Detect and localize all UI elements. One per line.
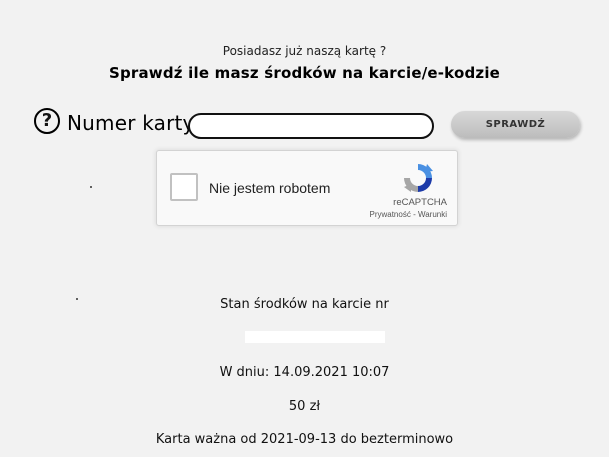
page-heading: Sprawdź ile masz środków na karcie/e-kod… [108, 64, 501, 82]
card-validity: Karta ważna od 2021-09-13 do bezterminow… [155, 432, 454, 447]
terms-link[interactable]: Warunki [418, 210, 447, 219]
balance-amount: 50 zł [288, 399, 321, 414]
recaptcha-logo-icon [404, 164, 433, 192]
check-button[interactable]: SPRAWDŹ [451, 111, 580, 138]
recaptcha-widget: Nie jestem robotem reCAPTCHA Prywatność … [156, 150, 458, 226]
intro-text: Posiadasz już naszą kartę ? [222, 44, 387, 58]
card-number-input[interactable] [188, 113, 434, 139]
link-separator: - [410, 210, 418, 219]
card-number-redacted [245, 331, 385, 343]
help-icon[interactable]: ? [34, 108, 60, 134]
balance-label: Stan środków na karcie nr [220, 297, 389, 312]
card-number-label: Numer karty [67, 111, 195, 135]
recaptcha-label: Nie jestem robotem [209, 180, 331, 196]
recaptcha-brand: reCAPTCHA [393, 197, 447, 208]
recaptcha-checkbox[interactable] [170, 173, 198, 201]
recaptcha-links: Prywatność - Warunki [347, 210, 447, 219]
decorative-dot [90, 186, 92, 188]
privacy-link[interactable]: Prywatność [369, 210, 410, 219]
date-line: W dniu: 14.09.2021 10:07 [219, 365, 390, 380]
